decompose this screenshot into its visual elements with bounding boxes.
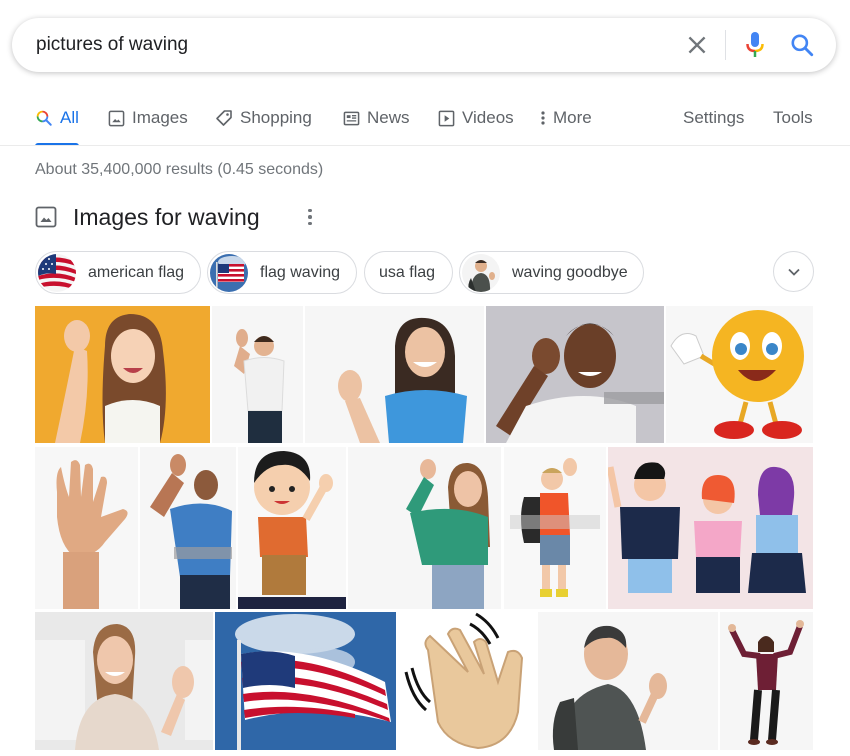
chip-usa-flag[interactable]: usa flag bbox=[364, 251, 453, 294]
image-result[interactable] bbox=[504, 447, 606, 609]
cartoon-boy-image bbox=[238, 447, 346, 609]
clear-search-button[interactable] bbox=[684, 32, 710, 58]
expand-chips-button[interactable] bbox=[773, 251, 814, 292]
settings-link[interactable]: Settings bbox=[683, 100, 744, 146]
woman-waving-image bbox=[305, 306, 484, 443]
image-result[interactable] bbox=[666, 306, 813, 443]
chip-label: waving goodbye bbox=[512, 263, 628, 281]
settings-label: Settings bbox=[683, 108, 745, 127]
tag-icon bbox=[215, 109, 233, 127]
more-vert-icon-dot bbox=[308, 221, 312, 226]
boy-backpack-waving-image bbox=[538, 612, 718, 750]
chip-thumbnail bbox=[38, 253, 76, 292]
search-icon bbox=[35, 109, 53, 127]
image-result[interactable] bbox=[608, 447, 813, 609]
image-result[interactable] bbox=[238, 447, 346, 609]
tab-more[interactable]: More bbox=[538, 100, 592, 146]
tab-shopping[interactable]: Shopping bbox=[215, 100, 312, 146]
more-vert-icon bbox=[308, 208, 312, 213]
raised-hand-image bbox=[35, 447, 138, 609]
tab-label: Videos bbox=[462, 108, 514, 127]
group-illustration-image bbox=[608, 447, 813, 609]
microphone-icon bbox=[746, 32, 764, 57]
search-icon bbox=[791, 34, 814, 57]
searchbox-divider bbox=[725, 30, 726, 60]
search-button[interactable] bbox=[789, 32, 815, 58]
image-icon bbox=[35, 206, 57, 228]
images-section-title: Images for waving bbox=[73, 203, 260, 230]
news-icon bbox=[342, 109, 360, 127]
tab-label: More bbox=[553, 108, 592, 127]
boy-waving-image bbox=[486, 306, 664, 443]
chip-thumbnail bbox=[462, 253, 500, 292]
search-box bbox=[12, 18, 836, 72]
image-result[interactable] bbox=[398, 612, 536, 750]
tab-news[interactable]: News bbox=[342, 100, 410, 146]
image-result[interactable] bbox=[538, 612, 718, 750]
tabs-divider bbox=[0, 145, 850, 146]
chip-american-flag[interactable]: american flag bbox=[35, 251, 201, 294]
woman-waving-camera-image bbox=[35, 612, 213, 750]
image-result[interactable] bbox=[348, 447, 501, 609]
woman-waving-both-hands-image bbox=[720, 612, 813, 750]
chip-thumbnail bbox=[210, 253, 248, 292]
tab-label: News bbox=[367, 108, 410, 127]
tab-images[interactable]: Images bbox=[107, 100, 188, 146]
image-icon bbox=[107, 109, 125, 127]
voice-search-button[interactable] bbox=[743, 30, 767, 60]
image-result[interactable] bbox=[215, 612, 396, 750]
tab-label: All bbox=[60, 108, 79, 127]
tab-videos[interactable]: Videos bbox=[437, 100, 514, 146]
tools-link[interactable]: Tools bbox=[773, 100, 813, 146]
chip-label: usa flag bbox=[379, 263, 436, 281]
image-result[interactable] bbox=[35, 306, 210, 443]
images-section-heading: Images for waving bbox=[35, 202, 260, 232]
image-result[interactable] bbox=[212, 306, 303, 443]
man-waving-image bbox=[212, 306, 303, 443]
chevron-down-icon bbox=[787, 268, 800, 276]
american-flag-waving-image bbox=[215, 612, 396, 750]
close-icon bbox=[688, 36, 706, 54]
search-input[interactable] bbox=[36, 18, 656, 72]
tools-label: Tools bbox=[773, 108, 813, 127]
image-result[interactable] bbox=[720, 612, 813, 750]
woman-green-shirt-image bbox=[348, 447, 501, 609]
girl-waving-image bbox=[35, 306, 210, 443]
boy-backpack-image bbox=[504, 447, 606, 609]
images-section-more-button[interactable] bbox=[302, 206, 318, 228]
image-result[interactable] bbox=[305, 306, 484, 443]
more-vert-icon bbox=[538, 109, 548, 127]
tab-label: Shopping bbox=[240, 108, 312, 127]
tab-all[interactable]: All bbox=[35, 100, 79, 146]
image-result[interactable] bbox=[140, 447, 236, 609]
result-stats: About 35,400,000 results (0.45 seconds) bbox=[35, 161, 324, 178]
man-blue-shirt-image bbox=[140, 447, 236, 609]
image-result[interactable] bbox=[35, 447, 138, 609]
chip-flag-waving[interactable]: flag waving bbox=[207, 251, 357, 294]
smiley-cartoon-image bbox=[666, 306, 813, 443]
more-vert-icon-dot bbox=[308, 215, 312, 219]
image-result[interactable] bbox=[486, 306, 664, 443]
chip-waving-goodbye[interactable]: waving goodbye bbox=[459, 251, 644, 294]
waving-hand-emoji-image bbox=[398, 612, 536, 750]
image-result[interactable] bbox=[35, 612, 213, 750]
play-icon bbox=[437, 109, 455, 127]
search-tabs: All Images Shopping News Videos More Set… bbox=[0, 100, 850, 146]
tab-label: Images bbox=[132, 108, 188, 127]
chip-label: flag waving bbox=[260, 263, 341, 281]
chip-label: american flag bbox=[88, 263, 185, 281]
